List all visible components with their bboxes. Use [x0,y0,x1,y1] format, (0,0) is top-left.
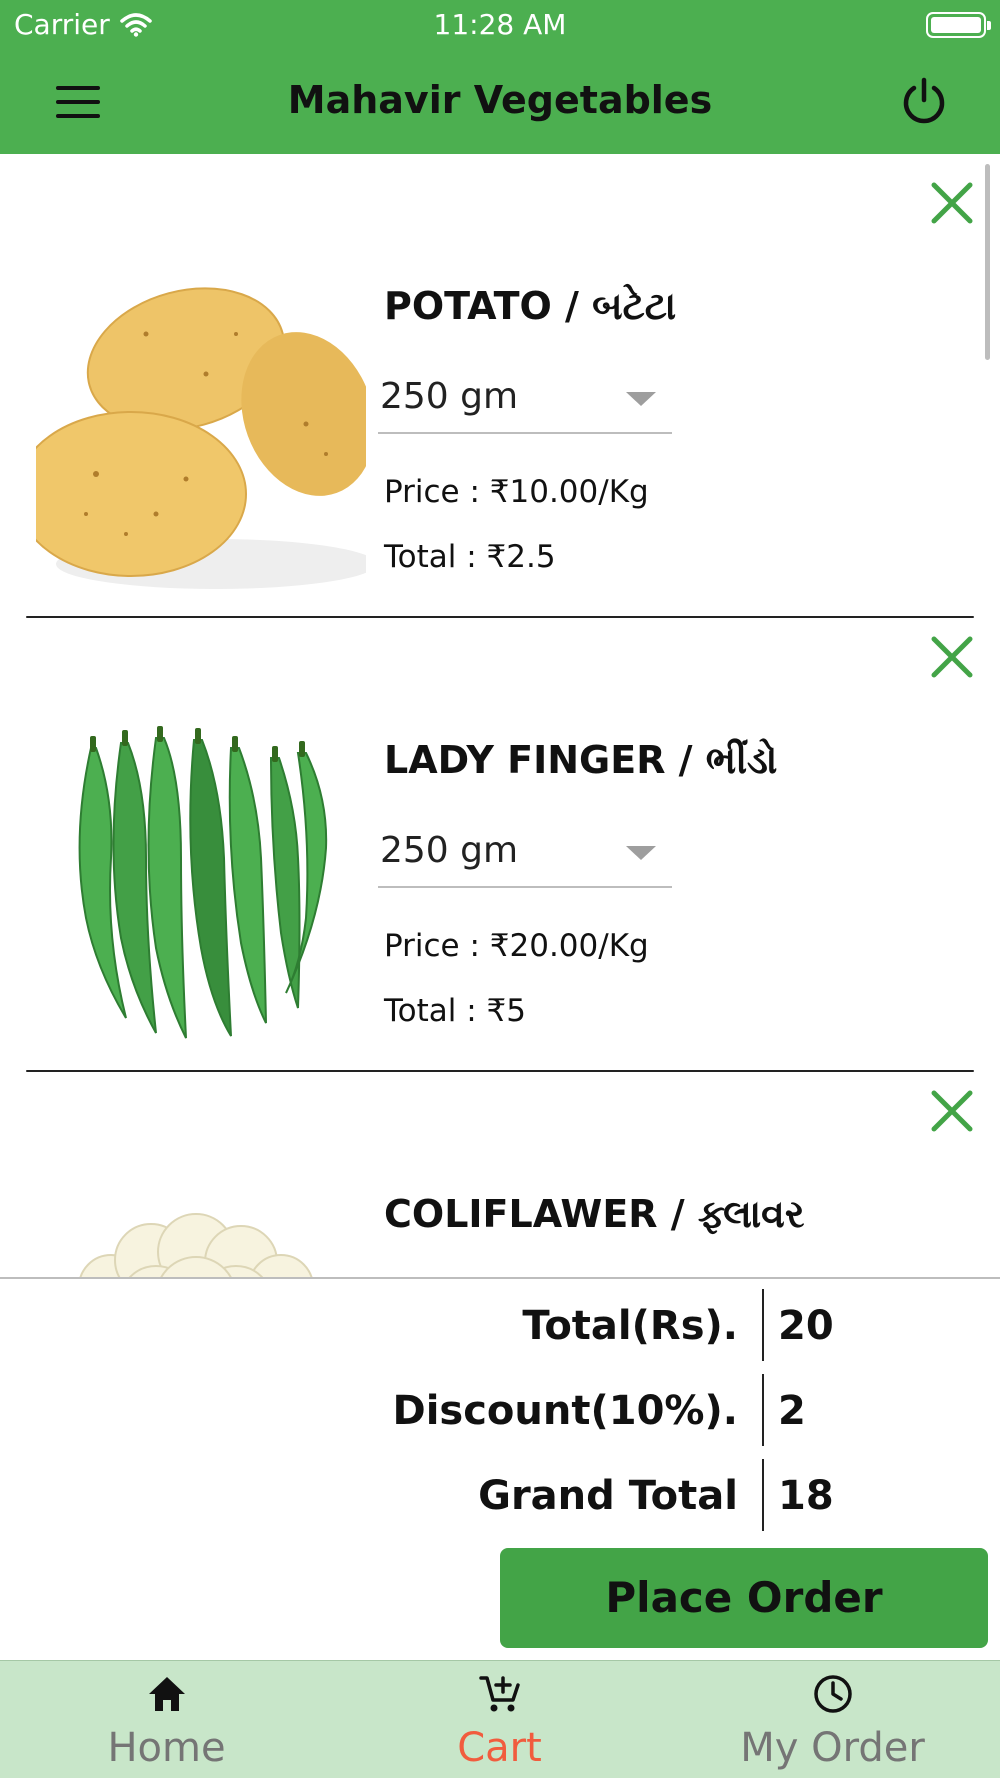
item-name: COLIFLAWER / ફ્લાવર [384,1192,805,1236]
clock-icon [814,1675,852,1713]
discount-row: Discount(10%). 2 [0,1374,1000,1446]
cart-item: LADY FINGER / ભીંડો 250 gm Price : ₹20.0… [0,608,1000,1072]
power-icon[interactable] [898,76,950,128]
discount-value: 2 [778,1388,806,1434]
potato-image [36,264,366,594]
total-label: Total(Rs). [522,1303,738,1349]
total-value: 20 [778,1303,834,1349]
cauliflower-image [36,1172,366,1277]
tab-home[interactable]: Home [0,1661,333,1778]
bottom-tab-bar: Home Cart My Order [0,1660,1000,1778]
lady-finger-image [36,718,366,1048]
item-total: Total : ₹5 [384,993,526,1029]
order-summary: Total(Rs). 20 Discount(10%). 2 Grand Tot… [0,1277,1000,1660]
grand-total-row: Grand Total 18 [0,1459,1000,1531]
page-title: Mahavir Vegetables [287,78,713,122]
column-separator [762,1374,764,1446]
tab-cart-label: Cart [457,1725,542,1771]
grand-total-label: Grand Total [478,1473,738,1519]
quantity-value: 250 gm [380,830,519,871]
column-separator [762,1289,764,1361]
item-name: POTATO / બટેટા [384,284,677,328]
status-bar: Carrier 11:28 AM [0,0,1000,50]
cart-item: POTATO / બટેટા 250 gm Price : ₹10.00/Kg … [0,154,1000,618]
quantity-dropdown[interactable]: 250 gm [378,362,672,434]
home-icon [149,1677,185,1711]
remove-item-icon[interactable] [928,1087,976,1135]
chevron-down-icon [626,846,656,860]
tab-home-label: Home [107,1725,226,1771]
item-price: Price : ₹10.00/Kg [384,474,649,510]
item-total: Total : ₹2.5 [384,539,556,575]
remove-item-icon[interactable] [928,633,976,681]
column-separator [762,1459,764,1531]
item-name: LADY FINGER / ભીંડો [384,738,778,782]
status-time: 11:28 AM [433,8,567,41]
cart-add-icon [479,1676,520,1712]
tab-my-order[interactable]: My Order [666,1661,999,1778]
cart-item: COLIFLAWER / ફ્લાવર [0,1062,1000,1277]
battery-icon [926,12,991,38]
grand-total-value: 18 [778,1473,834,1519]
discount-label: Discount(10%). [392,1388,739,1434]
total-row: Total(Rs). 20 [0,1289,1000,1361]
tab-my-order-label: My Order [740,1725,925,1771]
item-price: Price : ₹20.00/Kg [384,928,649,964]
chevron-down-icon [626,392,656,406]
quantity-value: 250 gm [380,376,519,417]
tab-cart[interactable]: Cart [333,1661,666,1778]
place-order-button[interactable]: Place Order [500,1548,988,1648]
cart-list[interactable]: POTATO / બટેટા 250 gm Price : ₹10.00/Kg … [0,154,1000,1277]
app-header: Mahavir Vegetables [0,50,1000,154]
remove-item-icon[interactable] [928,179,976,227]
quantity-dropdown[interactable]: 250 gm [378,816,672,888]
